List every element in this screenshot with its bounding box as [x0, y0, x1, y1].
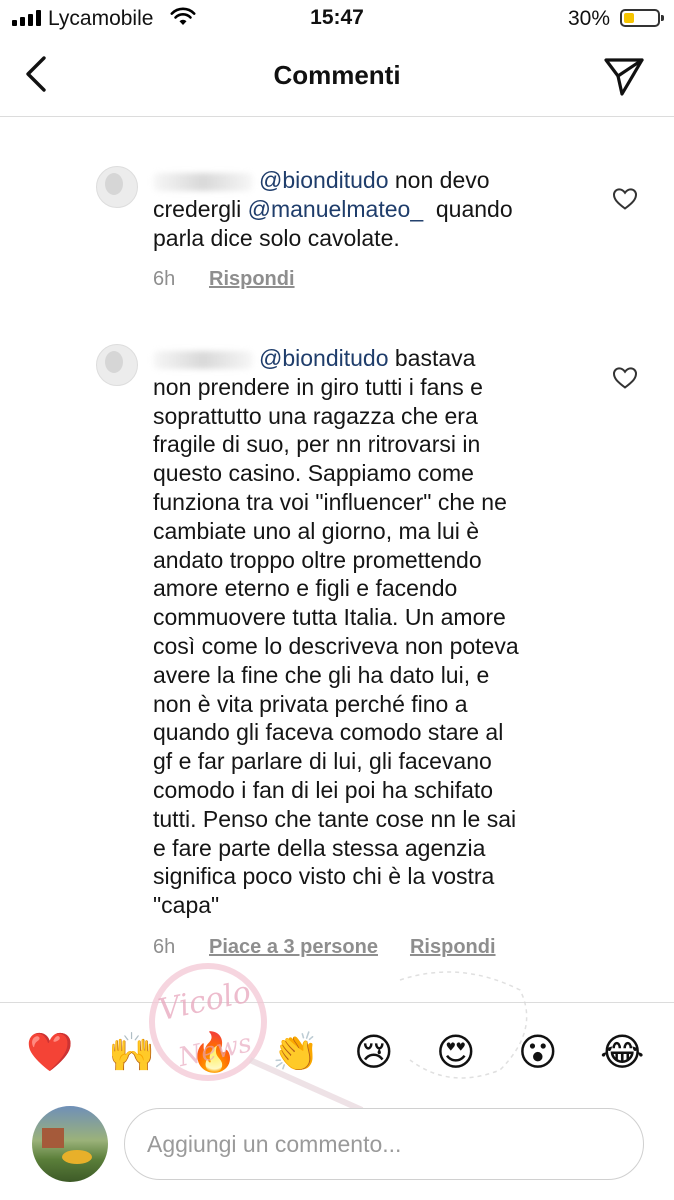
comment-line-text: "capa"	[153, 892, 220, 919]
comment-line-text: commuovere tutta Italia. Un amore	[153, 604, 506, 631]
comment-line-text: quando gli faceva comodo stare al	[153, 719, 504, 746]
comment-line-text: cambiate uno al giorno, ma lui è	[153, 517, 480, 544]
comment-line: parla dice solo cavolate.	[153, 224, 573, 253]
emoji-quick-bar: ❤️ 🙌 🔥 👏 😢 😍 😮 😂	[0, 1022, 674, 1082]
battery-icon	[620, 9, 664, 27]
comment-line: @bionditudo bastava	[153, 344, 573, 373]
mention-link[interactable]: @manuelmateo_	[248, 196, 424, 222]
surprised-face-emoji[interactable]: 😮	[518, 1028, 558, 1076]
comment-line: credergli @manuelmateo_ quando	[153, 195, 573, 224]
comment-line-text: fragile di suo, per nn ritrovarsi in	[153, 431, 481, 458]
reply-button[interactable]: Rispondi	[209, 268, 295, 291]
comment-input[interactable]	[124, 1108, 644, 1180]
comment-time: 6h	[153, 936, 176, 958]
heart-outline-icon[interactable]	[612, 366, 638, 390]
paper-plane-icon[interactable]	[602, 54, 646, 98]
crying-face-emoji[interactable]: 😢	[354, 1028, 394, 1076]
fire-emoji[interactable]: 🔥	[190, 1028, 237, 1076]
comment-line: commuovere tutta Italia. Un amore	[153, 603, 573, 632]
comment-line-text: significa poco visto chi è la vostra	[153, 863, 495, 890]
comment-line-text: soprattutto una ragazza che era	[153, 402, 478, 429]
comment-line-text: tutti. Penso che tante cose nn le sai	[153, 805, 517, 832]
comment-line: soprattutto una ragazza che era	[153, 402, 573, 431]
comment-line: andato troppo oltre promettendo	[153, 546, 573, 575]
battery-percentage: 30%	[567, 7, 610, 30]
comment-line-text: non devo	[388, 167, 490, 193]
comment-line-text: andato troppo oltre promettendo	[153, 546, 482, 573]
avatar[interactable]	[96, 166, 138, 208]
comment-line-text: comodo i fan di lei poi ha schifato	[153, 776, 494, 803]
comment-line: significa poco visto chi è la vostra	[153, 862, 573, 891]
comment-line-text: così come lo descriveva non poteva	[153, 632, 519, 659]
battery-fill	[624, 13, 634, 23]
comment-line: questo casino. Sappiamo come	[153, 459, 573, 488]
comment-line: "capa"	[153, 891, 573, 920]
comment-line-text: questo casino. Sappiamo come	[153, 460, 474, 487]
user-avatar[interactable]	[32, 1106, 108, 1182]
comment-line: @bionditudo non devo	[153, 166, 573, 195]
avatar[interactable]	[96, 344, 138, 386]
comment-line-text: funziona tra voi "influencer" che ne	[153, 488, 507, 515]
comment-line-text: e fare parte della stessa agenzia	[153, 834, 486, 861]
heart-outline-icon[interactable]	[612, 187, 638, 211]
comment-line: gf e far parlare di lui, gli facevano	[153, 747, 573, 776]
mention-link[interactable]: @bionditudo	[259, 345, 389, 371]
comment-line: tutti. Penso che tante cose nn le sai	[153, 805, 573, 834]
mention-link[interactable]: @bionditudo	[259, 167, 389, 193]
comment-line-text: gf e far parlare di lui, gli facevano	[153, 748, 492, 775]
comment-line: e fare parte della stessa agenzia	[153, 834, 573, 863]
comment-line: così come lo descriveva non poteva	[153, 632, 573, 661]
comments-header: Commenti	[0, 40, 674, 117]
comment-line-text: non prendere in giro tutti i fans e	[153, 373, 483, 400]
red-heart-emoji[interactable]: ❤️	[26, 1028, 73, 1076]
page-title: Commenti	[273, 60, 401, 90]
comment-line: quando gli faceva comodo stare al	[153, 718, 573, 747]
reply-button[interactable]: Rispondi	[410, 936, 496, 959]
comment-line-text: non è vita privata perché fino a	[153, 690, 468, 717]
username-blurred	[153, 350, 253, 369]
comment-line: non è vita privata perché fino a	[153, 690, 573, 719]
comment-line-text: avere la fine che gli ha dato lui, e	[153, 661, 490, 688]
comment-line: comodo i fan di lei poi ha schifato	[153, 776, 573, 805]
comment-line-text: quando	[423, 195, 513, 222]
comment-line-text: parla dice solo cavolate.	[153, 224, 400, 251]
comment-line: fragile di suo, per nn ritrovarsi in	[153, 430, 573, 459]
comment-line: cambiate uno al giorno, ma lui è	[153, 517, 573, 546]
heart-eyes-emoji[interactable]: 😍	[436, 1028, 476, 1076]
clapping-hands-emoji[interactable]: 👏	[272, 1028, 319, 1076]
comment-meta: 6h Rispondi	[153, 268, 327, 291]
tears-of-joy-emoji[interactable]: 😂	[600, 1028, 644, 1076]
comment-line-text: amore eterno e figli e facendo	[153, 575, 458, 602]
comment-line: avere la fine che gli ha dato lui, e	[153, 661, 573, 690]
comment-line: amore eterno e figli e facendo	[153, 574, 573, 603]
comment-text: @bionditudo non devo credergli @manuelma…	[153, 166, 573, 252]
comment-time: 6h	[153, 268, 176, 290]
comment-line: funziona tra voi "influencer" che ne	[153, 488, 573, 517]
comment-line: non prendere in giro tutti i fans e	[153, 373, 573, 402]
likes-count-link[interactable]: Piace a 3 persone	[209, 936, 378, 959]
divider	[0, 1002, 674, 1003]
comment-text: @bionditudo bastava non prendere in giro…	[153, 344, 573, 920]
comment-line-text: bastava	[388, 345, 476, 371]
comment-line-text: credergli	[153, 195, 248, 222]
raising-hands-emoji[interactable]: 🙌	[108, 1028, 155, 1076]
username-blurred	[153, 172, 253, 191]
status-bar: Lycamobile 15:47 30%	[0, 0, 674, 40]
comment-meta: 6h Piace a 3 persone Rispondi	[153, 936, 528, 959]
